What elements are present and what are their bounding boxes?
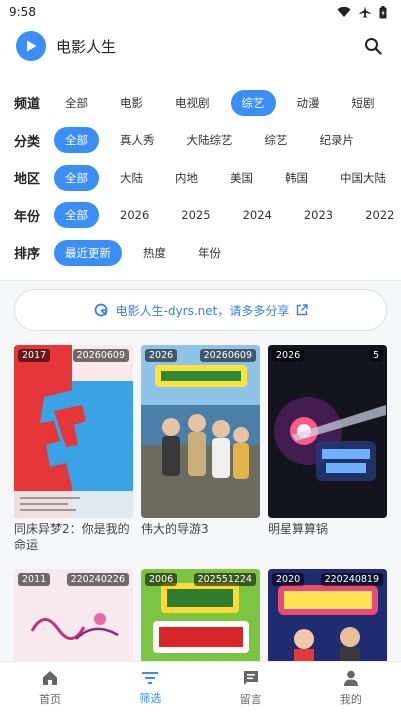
share-banner[interactable]: 电影人生-dyrs.net，请多多分享	[14, 289, 387, 331]
filter-chip[interactable]: 最近更新	[54, 239, 122, 266]
video-card[interactable]: 2020 220240819	[268, 569, 387, 661]
year-badge: 2006	[145, 573, 178, 586]
poster-image: 2026 20260609	[141, 345, 260, 518]
airplane-icon	[359, 6, 371, 18]
filter-chip[interactable]: 美国	[219, 165, 264, 191]
filter-options: 全部 大陆 内地 美国 韩国 中国大陆	[54, 164, 401, 191]
video-card[interactable]: 2011 220240226	[14, 569, 133, 661]
filter-label: 排序	[14, 247, 41, 263]
poster-image: 2020 220240819	[268, 569, 387, 661]
filter-label: 地区	[14, 172, 41, 188]
share-text: 电影人生-dyrs.net，请多多分享	[115, 303, 290, 318]
external-link-icon	[297, 304, 309, 316]
status-time: 9:58	[9, 5, 36, 19]
update-badge: 220240819	[320, 573, 383, 586]
filter-chip[interactable]: 韩国	[274, 165, 319, 191]
status-icons	[337, 5, 387, 19]
year-badge: 2026	[145, 349, 178, 362]
update-badge: 20260609	[199, 349, 256, 362]
battery-icon	[379, 5, 387, 18]
video-title: 明星算算锅	[268, 522, 329, 536]
filter-chip[interactable]: 综艺	[230, 89, 276, 116]
filter-options: 全部 真人秀 大陆综艺 综艺 纪录片	[54, 127, 375, 154]
filter-options: 全部 电影 电视剧 综艺 动漫 短剧	[54, 89, 396, 116]
video-card[interactable]: 2017 20260609 同床异梦2：你是我的命运	[14, 345, 133, 557]
filter-chip[interactable]: 2023	[293, 202, 344, 228]
video-title: 同床异梦2：你是我的命运	[14, 522, 130, 552]
video-title: 伟大的导游3	[141, 522, 209, 536]
poster-image: 2026 5	[268, 345, 387, 518]
filter-chip[interactable]: 内地	[164, 165, 209, 191]
tab-label: 留言	[239, 692, 262, 706]
filter-row: 排序 最近更新 热度 年份	[0, 234, 401, 272]
filter-row: 年份 全部 2026 2025 2024 2023 2022	[0, 197, 401, 235]
tab-home[interactable]: 首页	[0, 662, 100, 713]
bottom-tab-bar: 首页 筛选 留言 我的	[0, 661, 401, 713]
filter-chip[interactable]: 年份	[187, 240, 232, 266]
filter-options: 最近更新 热度 年份	[54, 239, 242, 266]
filter-chip[interactable]: 全部	[54, 164, 99, 191]
filter-chip[interactable]: 综艺	[254, 127, 299, 153]
app-logo-icon	[16, 31, 46, 61]
filter-chip[interactable]: 全部	[54, 202, 99, 229]
poster-image: 2017 20260609	[14, 345, 133, 518]
search-button[interactable]	[361, 34, 385, 58]
filter-row: 分类 全部 真人秀 大陆综艺 综艺 纪录片	[0, 122, 401, 160]
filter-chip[interactable]: 2022	[354, 202, 401, 228]
filter-chip[interactable]: 热度	[132, 240, 177, 266]
tab-label: 首页	[39, 692, 62, 706]
filter-options: 全部 2026 2025 2024 2023 2022	[54, 202, 401, 229]
tab-messages[interactable]: 留言	[201, 662, 301, 713]
filter-icon	[142, 671, 159, 684]
tab-profile[interactable]: 我的	[301, 662, 401, 713]
profile-icon	[343, 670, 358, 686]
share-link-icon	[94, 303, 108, 317]
filter-chip[interactable]: 全部	[54, 127, 99, 154]
filter-label: 频道	[14, 97, 41, 113]
home-icon	[43, 670, 58, 685]
filter-chip[interactable]: 2026	[109, 202, 160, 228]
filter-chip[interactable]: 电视剧	[164, 90, 221, 116]
poster-image: 2006 202551224	[141, 569, 260, 661]
video-card[interactable]: 2026 5 明星算算锅	[268, 345, 387, 557]
filter-chip[interactable]: 真人秀	[109, 127, 166, 153]
filter-chip[interactable]: 2024	[232, 202, 283, 228]
app-header: 电影人生	[0, 24, 401, 68]
filter-row: 频道 全部 电影 电视剧 综艺 动漫 短剧	[0, 84, 401, 122]
filter-panel: 频道 全部 电影 电视剧 综艺 动漫 短剧 分类 全部 真人秀 大陆综艺 综艺 纪录片 地区 全部 大陆 内地美…	[0, 84, 401, 272]
filter-label: 分类	[14, 134, 41, 150]
search-icon	[365, 38, 382, 55]
year-badge: 2017	[18, 349, 51, 362]
video-card[interactable]: 2006 202551224	[141, 569, 260, 661]
app-title: 电影人生	[56, 37, 117, 56]
update-badge: 20260609	[72, 349, 129, 362]
filter-chip[interactable]: 短剧	[341, 90, 386, 116]
filter-chip[interactable]: 电影	[109, 90, 154, 116]
tab-label: 我的	[339, 692, 362, 706]
year-badge: 2011	[18, 573, 51, 586]
filter-chip[interactable]: 大陆	[109, 165, 154, 191]
tab-label: 筛选	[139, 691, 162, 705]
filter-chip[interactable]: 全部	[54, 90, 99, 116]
content-area: 电影人生-dyrs.net，请多多分享 2017 20260609 同床异梦2：…	[0, 281, 401, 661]
update-badge: 220240226	[66, 573, 129, 586]
message-icon	[243, 670, 258, 685]
status-bar: 9:58	[0, 0, 401, 24]
filter-chip[interactable]: 动漫	[286, 90, 331, 116]
year-badge: 2026	[272, 349, 305, 362]
poster-image: 2011 220240226	[14, 569, 133, 661]
filter-chip[interactable]: 纪录片	[309, 127, 366, 153]
tab-filter[interactable]: 筛选	[100, 662, 200, 713]
filter-chip[interactable]: 2025	[170, 202, 221, 228]
update-badge: 202551224	[193, 573, 256, 586]
filter-label: 年份	[14, 209, 41, 225]
video-card[interactable]: 2026 20260609 伟大的导游3	[141, 345, 260, 557]
filter-chip[interactable]: 中国大陆	[329, 165, 397, 191]
wifi-icon	[337, 6, 351, 17]
update-badge: 5	[368, 349, 383, 362]
year-badge: 2020	[272, 573, 305, 586]
video-grid: 2017 20260609 同床异梦2：你是我的命运 2026 20260609…	[14, 345, 387, 661]
filter-chip[interactable]: 大陆综艺	[176, 127, 244, 153]
filter-row: 地区 全部 大陆 内地 美国 韩国 中国大陆	[0, 159, 401, 197]
